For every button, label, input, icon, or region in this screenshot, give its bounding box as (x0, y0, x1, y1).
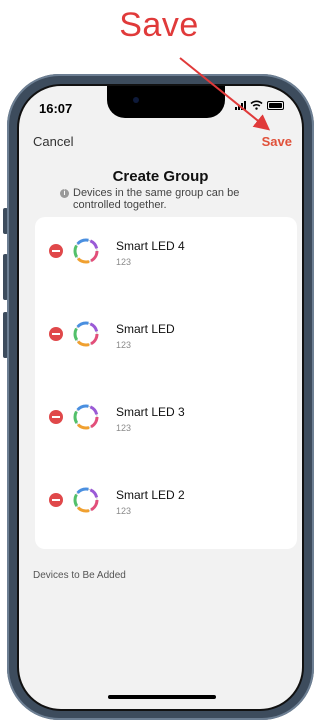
smart-led-icon (73, 404, 99, 430)
list-item: Smart LED 4 123 (35, 226, 297, 276)
device-id: 123 (116, 257, 132, 267)
info-icon: i (60, 189, 69, 198)
list-item: Smart LED 2 123 (35, 475, 297, 525)
cellular-signal-icon (235, 100, 246, 110)
battery-icon (267, 100, 284, 110)
device-name: Smart LED 4 (116, 239, 185, 253)
annotation-label: Save (119, 6, 199, 44)
status-time: 16:07 (39, 101, 73, 116)
remove-device-button[interactable] (49, 493, 63, 507)
remove-device-button[interactable] (49, 327, 63, 341)
cancel-button[interactable]: Cancel (33, 134, 73, 149)
device-name: Smart LED 2 (116, 488, 185, 502)
smart-led-icon (73, 321, 99, 347)
home-indicator (108, 695, 216, 699)
device-name: Smart LED (116, 322, 175, 336)
smart-led-icon (73, 487, 99, 513)
list-item: Smart LED 3 123 (35, 392, 297, 442)
phone-screen: 16:07 Cancel Save Create Group i Devices… (17, 84, 304, 711)
device-id: 123 (116, 340, 132, 350)
front-camera (133, 97, 139, 103)
remove-device-button[interactable] (49, 410, 63, 424)
device-name: Smart LED 3 (116, 405, 185, 419)
remove-device-button[interactable] (49, 244, 63, 258)
save-button[interactable]: Save (262, 134, 292, 149)
wifi-icon (250, 100, 263, 110)
status-icons (235, 100, 284, 110)
list-item: Smart LED 123 (35, 309, 297, 359)
page-title: Create Group (112, 168, 209, 185)
page-subtitle-text: Devices in the same group can be control… (73, 187, 240, 211)
page-subtitle: i Devices in the same group can be contr… (60, 187, 273, 211)
notch (107, 86, 225, 118)
devices-to-add-heading: Devices to Be Added (33, 570, 126, 581)
smart-led-icon (73, 238, 99, 264)
device-id: 123 (116, 423, 132, 433)
device-id: 123 (116, 506, 132, 516)
group-device-list: Smart LED 4 123 Smart LED 123 Smart LED … (35, 217, 297, 549)
